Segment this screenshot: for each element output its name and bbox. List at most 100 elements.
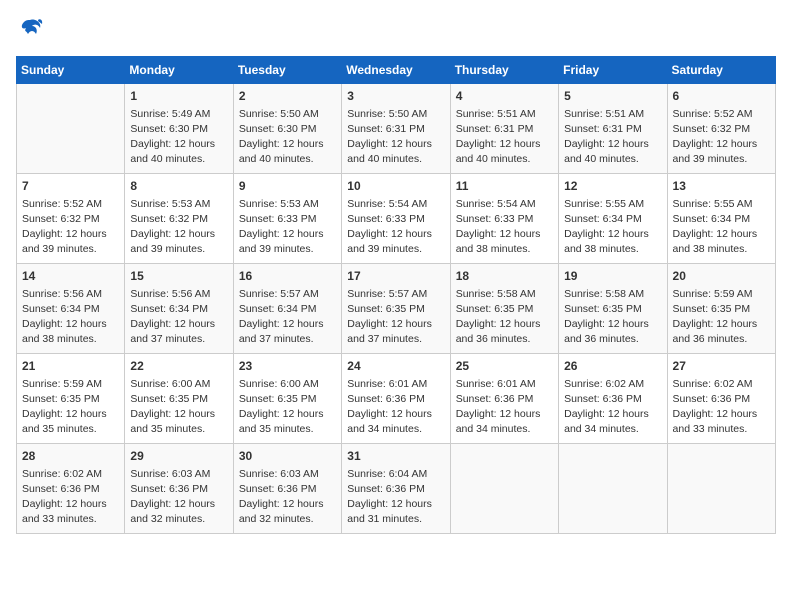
day-number: 16 bbox=[239, 268, 336, 285]
cell-content: Sunrise: 6:04 AM Sunset: 6:36 PM Dayligh… bbox=[347, 467, 444, 528]
calendar-cell: 27 Sunrise: 6:02 AM Sunset: 6:36 PM Dayli… bbox=[667, 354, 775, 444]
day-number: 7 bbox=[22, 178, 119, 195]
calendar-body: 1 Sunrise: 5:49 AM Sunset: 6:30 PM Daylig… bbox=[17, 84, 776, 534]
day-number: 2 bbox=[239, 88, 336, 105]
day-number: 3 bbox=[347, 88, 444, 105]
cell-content: Sunrise: 5:56 AM Sunset: 6:34 PM Dayligh… bbox=[22, 287, 119, 348]
header-row: SundayMondayTuesdayWednesdayThursdayFrid… bbox=[17, 57, 776, 84]
calendar-cell: 9 Sunrise: 5:53 AM Sunset: 6:33 PM Daylig… bbox=[233, 174, 341, 264]
day-number: 30 bbox=[239, 448, 336, 465]
cell-content: Sunrise: 5:59 AM Sunset: 6:35 PM Dayligh… bbox=[22, 377, 119, 438]
calendar-cell: 1 Sunrise: 5:49 AM Sunset: 6:30 PM Daylig… bbox=[125, 84, 233, 174]
cell-content: Sunrise: 6:02 AM Sunset: 6:36 PM Dayligh… bbox=[673, 377, 770, 438]
cell-content: Sunrise: 5:59 AM Sunset: 6:35 PM Dayligh… bbox=[673, 287, 770, 348]
calendar-cell: 7Sunrise: 5:52 AM Sunset: 6:32 PM Daylig… bbox=[17, 174, 125, 264]
cell-content: Sunrise: 5:58 AM Sunset: 6:35 PM Dayligh… bbox=[564, 287, 661, 348]
day-number: 12 bbox=[564, 178, 661, 195]
header-day-saturday: Saturday bbox=[667, 57, 775, 84]
cell-content: Sunrise: 5:50 AM Sunset: 6:30 PM Dayligh… bbox=[239, 107, 336, 168]
week-row-1: 1 Sunrise: 5:49 AM Sunset: 6:30 PM Daylig… bbox=[17, 84, 776, 174]
calendar-cell: 23 Sunrise: 6:00 AM Sunset: 6:35 PM Dayli… bbox=[233, 354, 341, 444]
calendar-cell: 14 Sunrise: 5:56 AM Sunset: 6:34 PM Dayli… bbox=[17, 264, 125, 354]
calendar-cell: 12 Sunrise: 5:55 AM Sunset: 6:34 PM Dayli… bbox=[559, 174, 667, 264]
day-number: 21 bbox=[22, 358, 119, 375]
cell-content: Sunrise: 5:53 AM Sunset: 6:33 PM Dayligh… bbox=[239, 197, 336, 258]
header-day-sunday: Sunday bbox=[17, 57, 125, 84]
cell-content: Sunrise: 5:52 AM Sunset: 6:32 PM Dayligh… bbox=[673, 107, 770, 168]
day-number: 10 bbox=[347, 178, 444, 195]
calendar-cell bbox=[450, 444, 558, 534]
page-header bbox=[16, 16, 776, 44]
calendar-cell: 19Sunrise: 5:58 AM Sunset: 6:35 PM Dayli… bbox=[559, 264, 667, 354]
day-number: 25 bbox=[456, 358, 553, 375]
cell-content: Sunrise: 5:54 AM Sunset: 6:33 PM Dayligh… bbox=[347, 197, 444, 258]
day-number: 1 bbox=[130, 88, 227, 105]
cell-content: Sunrise: 6:01 AM Sunset: 6:36 PM Dayligh… bbox=[456, 377, 553, 438]
cell-content: Sunrise: 5:55 AM Sunset: 6:34 PM Dayligh… bbox=[673, 197, 770, 258]
calendar-header: SundayMondayTuesdayWednesdayThursdayFrid… bbox=[17, 57, 776, 84]
day-number: 20 bbox=[673, 268, 770, 285]
day-number: 8 bbox=[130, 178, 227, 195]
day-number: 29 bbox=[130, 448, 227, 465]
header-day-wednesday: Wednesday bbox=[342, 57, 450, 84]
calendar-cell: 24 Sunrise: 6:01 AM Sunset: 6:36 PM Dayli… bbox=[342, 354, 450, 444]
cell-content: Sunrise: 6:00 AM Sunset: 6:35 PM Dayligh… bbox=[239, 377, 336, 438]
calendar-cell bbox=[559, 444, 667, 534]
calendar-cell: 16 Sunrise: 5:57 AM Sunset: 6:34 PM Dayli… bbox=[233, 264, 341, 354]
logo bbox=[16, 16, 48, 44]
header-day-monday: Monday bbox=[125, 57, 233, 84]
day-number: 31 bbox=[347, 448, 444, 465]
header-day-tuesday: Tuesday bbox=[233, 57, 341, 84]
header-day-thursday: Thursday bbox=[450, 57, 558, 84]
day-number: 24 bbox=[347, 358, 444, 375]
cell-content: Sunrise: 6:01 AM Sunset: 6:36 PM Dayligh… bbox=[347, 377, 444, 438]
calendar-cell: 25 Sunrise: 6:01 AM Sunset: 6:36 PM Dayli… bbox=[450, 354, 558, 444]
calendar-cell: 4 Sunrise: 5:51 AM Sunset: 6:31 PM Daylig… bbox=[450, 84, 558, 174]
day-number: 6 bbox=[673, 88, 770, 105]
cell-content: Sunrise: 6:03 AM Sunset: 6:36 PM Dayligh… bbox=[130, 467, 227, 528]
calendar-cell: 3 Sunrise: 5:50 AM Sunset: 6:31 PM Daylig… bbox=[342, 84, 450, 174]
calendar-cell: 26Sunrise: 6:02 AM Sunset: 6:36 PM Dayli… bbox=[559, 354, 667, 444]
day-number: 9 bbox=[239, 178, 336, 195]
calendar-cell: 2 Sunrise: 5:50 AM Sunset: 6:30 PM Daylig… bbox=[233, 84, 341, 174]
day-number: 11 bbox=[456, 178, 553, 195]
cell-content: Sunrise: 5:55 AM Sunset: 6:34 PM Dayligh… bbox=[564, 197, 661, 258]
day-number: 17 bbox=[347, 268, 444, 285]
calendar-cell: 22Sunrise: 6:00 AM Sunset: 6:35 PM Dayli… bbox=[125, 354, 233, 444]
day-number: 23 bbox=[239, 358, 336, 375]
cell-content: Sunrise: 5:57 AM Sunset: 6:34 PM Dayligh… bbox=[239, 287, 336, 348]
cell-content: Sunrise: 5:58 AM Sunset: 6:35 PM Dayligh… bbox=[456, 287, 553, 348]
calendar-cell: 13 Sunrise: 5:55 AM Sunset: 6:34 PM Dayli… bbox=[667, 174, 775, 264]
calendar-cell: 21 Sunrise: 5:59 AM Sunset: 6:35 PM Dayli… bbox=[17, 354, 125, 444]
cell-content: Sunrise: 5:50 AM Sunset: 6:31 PM Dayligh… bbox=[347, 107, 444, 168]
day-number: 22 bbox=[130, 358, 227, 375]
calendar-cell: 8 Sunrise: 5:53 AM Sunset: 6:32 PM Daylig… bbox=[125, 174, 233, 264]
day-number: 5 bbox=[564, 88, 661, 105]
calendar-cell: 15Sunrise: 5:56 AM Sunset: 6:34 PM Dayli… bbox=[125, 264, 233, 354]
calendar-cell: 18 Sunrise: 5:58 AM Sunset: 6:35 PM Dayli… bbox=[450, 264, 558, 354]
calendar-cell bbox=[17, 84, 125, 174]
cell-content: Sunrise: 5:49 AM Sunset: 6:30 PM Dayligh… bbox=[130, 107, 227, 168]
calendar-table: SundayMondayTuesdayWednesdayThursdayFrid… bbox=[16, 56, 776, 534]
calendar-cell: 31 Sunrise: 6:04 AM Sunset: 6:36 PM Dayli… bbox=[342, 444, 450, 534]
header-day-friday: Friday bbox=[559, 57, 667, 84]
day-number: 18 bbox=[456, 268, 553, 285]
week-row-3: 14 Sunrise: 5:56 AM Sunset: 6:34 PM Dayli… bbox=[17, 264, 776, 354]
calendar-cell: 6 Sunrise: 5:52 AM Sunset: 6:32 PM Daylig… bbox=[667, 84, 775, 174]
cell-content: Sunrise: 5:57 AM Sunset: 6:35 PM Dayligh… bbox=[347, 287, 444, 348]
cell-content: Sunrise: 5:51 AM Sunset: 6:31 PM Dayligh… bbox=[456, 107, 553, 168]
day-number: 4 bbox=[456, 88, 553, 105]
cell-content: Sunrise: 5:53 AM Sunset: 6:32 PM Dayligh… bbox=[130, 197, 227, 258]
calendar-cell: 29 Sunrise: 6:03 AM Sunset: 6:36 PM Dayli… bbox=[125, 444, 233, 534]
cell-content: Sunrise: 5:51 AM Sunset: 6:31 PM Dayligh… bbox=[564, 107, 661, 168]
week-row-2: 7Sunrise: 5:52 AM Sunset: 6:32 PM Daylig… bbox=[17, 174, 776, 264]
day-number: 14 bbox=[22, 268, 119, 285]
cell-content: Sunrise: 5:56 AM Sunset: 6:34 PM Dayligh… bbox=[130, 287, 227, 348]
day-number: 13 bbox=[673, 178, 770, 195]
cell-content: Sunrise: 6:02 AM Sunset: 6:36 PM Dayligh… bbox=[22, 467, 119, 528]
week-row-4: 21 Sunrise: 5:59 AM Sunset: 6:35 PM Dayli… bbox=[17, 354, 776, 444]
calendar-cell: 28Sunrise: 6:02 AM Sunset: 6:36 PM Dayli… bbox=[17, 444, 125, 534]
cell-content: Sunrise: 6:03 AM Sunset: 6:36 PM Dayligh… bbox=[239, 467, 336, 528]
day-number: 27 bbox=[673, 358, 770, 375]
logo-bird-icon bbox=[16, 16, 44, 44]
